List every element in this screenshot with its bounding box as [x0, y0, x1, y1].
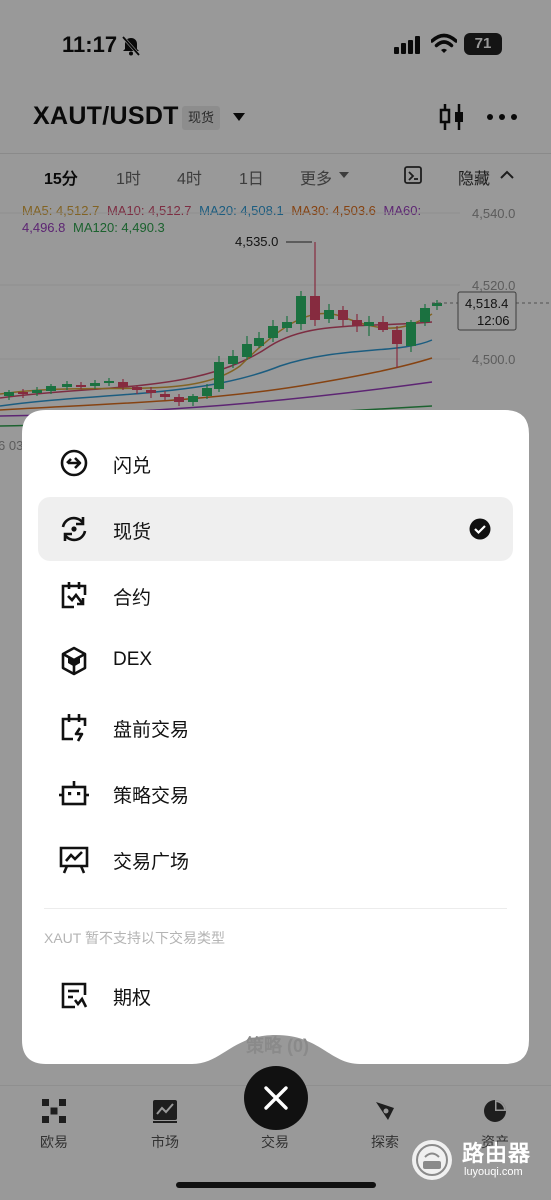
futures-calendar-icon [61, 582, 87, 609]
check-icon [469, 518, 491, 540]
router-logo-icon [412, 1140, 452, 1180]
options-doc-icon [61, 982, 88, 1009]
swap-circle-icon [60, 449, 88, 477]
menu-item-dex[interactable]: DEX [38, 629, 513, 693]
menu-item-options[interactable]: 期权 [38, 963, 513, 1027]
watermark: 路由器 luyouqi.com [410, 1133, 551, 1185]
dex-cube-icon [61, 646, 87, 676]
menu-item-premarket[interactable]: 盘前交易 [38, 695, 513, 759]
watermark-title: 路由器 [462, 1141, 532, 1166]
menu-item-spot[interactable]: 现货 [38, 497, 513, 561]
menu-item-futures[interactable]: 合约 [38, 563, 513, 627]
menu-divider [44, 908, 507, 909]
close-icon [264, 1086, 288, 1110]
menu-item-label: 交易广场 [113, 852, 190, 873]
menu-item-label: 合约 [113, 588, 152, 609]
menu-item-label: DEX [113, 649, 153, 670]
menu-item-label: 闪兑 [113, 456, 152, 477]
menu-item-label: 现货 [113, 522, 152, 543]
unsupported-note: XAUT 暂不支持以下交易类型 [44, 930, 225, 946]
menu-item-strategy[interactable]: 策略交易 [38, 761, 513, 825]
watermark-subtitle: luyouqi.com [464, 1166, 523, 1178]
menu-item-convert[interactable]: 闪兑 [38, 431, 513, 495]
menu-item-trading-square[interactable]: 交易广场 [38, 827, 513, 891]
spot-refresh-icon [61, 516, 87, 542]
menu-item-label: 盘前交易 [113, 720, 190, 741]
menu-item-label: 策略交易 [113, 786, 190, 807]
premarket-calendar-icon [61, 714, 87, 742]
strategy-bot-icon [59, 781, 89, 806]
home-indicator [176, 1182, 376, 1188]
close-menu-button[interactable] [244, 1066, 308, 1130]
trading-square-icon [59, 846, 89, 874]
strategy-tab-label: 策略 (0) [246, 1036, 309, 1056]
menu-item-label: 期权 [113, 988, 152, 1009]
